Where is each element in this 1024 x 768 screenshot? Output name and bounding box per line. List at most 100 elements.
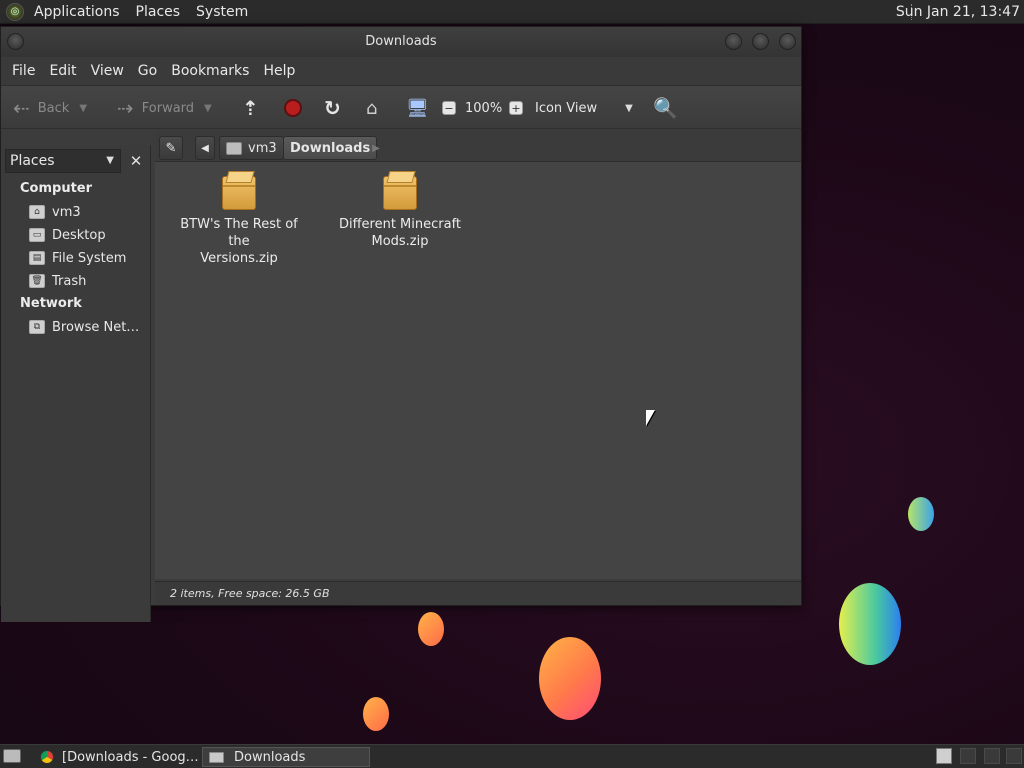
stop-button[interactable] bbox=[284, 86, 302, 130]
section-network: Network bbox=[20, 296, 82, 311]
titlebar[interactable]: Downloads bbox=[1, 27, 801, 57]
home-folder-icon: ⌂ bbox=[29, 205, 45, 219]
file-name-line-1: Different Minecraft bbox=[338, 217, 462, 232]
forward-history-dropdown-icon[interactable]: ▼ bbox=[204, 103, 212, 114]
workspace-2[interactable] bbox=[960, 748, 976, 764]
sidebar-item-file-system[interactable]: ▤ File System bbox=[29, 248, 126, 268]
menu-file[interactable]: File bbox=[5, 63, 42, 79]
side-pane-selector[interactable]: Places ▼ bbox=[5, 149, 121, 173]
taskbar-item-chrome[interactable]: [Downloads - Goog… bbox=[34, 747, 200, 767]
file-item-btw-versions-zip[interactable]: BTW's The Rest of the Versions.zip bbox=[169, 176, 309, 267]
taskbar-item-downloads[interactable]: Downloads bbox=[202, 747, 370, 767]
archive-icon bbox=[383, 176, 417, 210]
archive-icon bbox=[222, 176, 256, 210]
menu-go[interactable]: Go bbox=[131, 63, 164, 79]
breadcrumb-downloads[interactable]: Downloads bbox=[283, 136, 378, 160]
file-manager-window: Downloads File Edit View Go Bookmarks He… bbox=[0, 26, 802, 622]
sidebar-item-vm3[interactable]: ⌂ vm3 bbox=[29, 202, 81, 222]
system-logo-icon[interactable]: ◎ bbox=[6, 2, 24, 21]
menu-help[interactable]: Help bbox=[256, 63, 302, 79]
chevron-right-icon: ▶ bbox=[372, 142, 380, 154]
file-item-different-minecraft-mods-zip[interactable]: Different Minecraft Mods.zip bbox=[330, 176, 470, 250]
edit-icon: ✎ bbox=[165, 140, 177, 156]
zoom-out-icon: − bbox=[442, 101, 456, 115]
back-history-dropdown-icon[interactable]: ▼ bbox=[79, 103, 87, 114]
view-mode-dropdown-icon: ▼ bbox=[625, 102, 633, 114]
back-label: Back bbox=[37, 100, 70, 116]
menubar: File Edit View Go Bookmarks Help bbox=[1, 57, 801, 85]
zoom-level[interactable]: 100% bbox=[465, 86, 502, 130]
sidebar-item-label: Desktop bbox=[52, 227, 106, 243]
wallpaper-bubble bbox=[363, 697, 389, 731]
path-scroll-right-button[interactable]: ▶ bbox=[367, 136, 385, 160]
workspace-3[interactable] bbox=[984, 748, 1000, 764]
wallpaper-bubble bbox=[418, 612, 444, 646]
desktop-folder-icon: ▭ bbox=[29, 228, 45, 242]
taskbar-item-label: [Downloads - Goog… bbox=[62, 749, 199, 765]
places-menu[interactable]: Places bbox=[128, 0, 189, 24]
trash-icon: 🗑 bbox=[29, 274, 45, 288]
wallpaper-bubble bbox=[908, 497, 934, 531]
reload-icon: ↻ bbox=[324, 96, 341, 120]
reload-button[interactable]: ↻ bbox=[324, 86, 349, 130]
maximize-button[interactable] bbox=[752, 33, 769, 50]
close-button[interactable] bbox=[779, 33, 796, 50]
computer-button[interactable]: 🖥 bbox=[406, 86, 437, 130]
clock[interactable]: Sun Jan 21, 13:47 bbox=[896, 0, 1020, 24]
breadcrumb-label: vm3 bbox=[248, 140, 277, 156]
window-menu-button[interactable] bbox=[7, 33, 24, 50]
window-title: Downloads bbox=[365, 34, 437, 49]
file-view[interactable]: BTW's The Rest of the Versions.zip Diffe… bbox=[155, 161, 801, 579]
status-text: 2 items, Free space: 26.5 GB bbox=[170, 587, 330, 600]
minimize-button[interactable] bbox=[725, 33, 742, 50]
breadcrumb-vm3[interactable]: vm3 bbox=[219, 136, 284, 160]
computer-icon: 🖥 bbox=[406, 97, 429, 119]
menu-bookmarks[interactable]: Bookmarks bbox=[164, 63, 256, 79]
location-bar: ✎ ◀ vm3 Downloads ▶ bbox=[155, 131, 801, 165]
side-pane-selector-label: Places bbox=[10, 153, 55, 169]
up-button[interactable]: ⇡ bbox=[242, 86, 267, 130]
applications-menu[interactable]: Applications bbox=[26, 0, 128, 24]
home-button[interactable]: ⌂ bbox=[366, 86, 385, 130]
file-name-line-2: Versions.zip bbox=[200, 251, 278, 266]
folder-icon bbox=[209, 751, 224, 763]
forward-label: Forward bbox=[141, 100, 195, 116]
mouse-cursor-icon bbox=[646, 410, 655, 426]
sidebar-item-trash[interactable]: 🗑 Trash bbox=[29, 271, 86, 291]
top-panel: ◎ Applications Places System Sun Jan 21,… bbox=[0, 0, 1024, 24]
show-desktop-icon[interactable] bbox=[3, 749, 21, 763]
toggle-location-entry-button[interactable]: ✎ bbox=[159, 136, 183, 160]
file-name-line-2: Mods.zip bbox=[371, 234, 429, 249]
sidebar-item-label: vm3 bbox=[52, 204, 81, 220]
zoom-out-button[interactable]: − bbox=[442, 86, 456, 130]
taskbar-item-label: Downloads bbox=[234, 749, 306, 765]
chevron-down-icon: ▼ bbox=[106, 155, 114, 166]
back-button[interactable]: ⇠ Back ▼ bbox=[13, 86, 87, 130]
back-arrow-icon: ⇠ bbox=[13, 96, 30, 120]
view-mode-select[interactable]: Icon View ▼ bbox=[535, 86, 633, 130]
forward-button[interactable]: ⇢ Forward ▼ bbox=[117, 86, 212, 130]
file-name-line-1: BTW's The Rest of the bbox=[180, 217, 298, 249]
sidebar-item-desktop[interactable]: ▭ Desktop bbox=[29, 225, 106, 245]
home-folder-icon: ⌂ bbox=[366, 97, 378, 119]
sidebar-item-label: Browse Net… bbox=[52, 319, 140, 335]
menu-edit[interactable]: Edit bbox=[42, 63, 83, 79]
workspace-1[interactable] bbox=[936, 748, 952, 764]
wallpaper-bubble bbox=[839, 583, 901, 665]
section-computer: Computer bbox=[20, 181, 93, 196]
forward-arrow-icon: ⇢ bbox=[117, 96, 134, 120]
search-icon: 🔍 bbox=[653, 96, 678, 120]
zoom-in-button[interactable]: + bbox=[509, 86, 523, 130]
home-folder-icon bbox=[226, 141, 242, 155]
search-button[interactable]: 🔍 bbox=[653, 86, 686, 130]
system-menu[interactable]: System bbox=[188, 0, 256, 24]
sidebar-item-label: File System bbox=[52, 250, 127, 266]
workspace-4[interactable] bbox=[1006, 748, 1022, 764]
sidebar-item-browse-network[interactable]: ⧉ Browse Net… bbox=[29, 317, 139, 337]
menu-view[interactable]: View bbox=[84, 63, 131, 79]
zoom-label: 100% bbox=[465, 100, 503, 116]
close-side-pane-button[interactable]: ✕ bbox=[125, 149, 147, 173]
path-scroll-left-button[interactable]: ◀ bbox=[195, 136, 215, 160]
drive-icon: ▤ bbox=[29, 251, 45, 265]
zoom-in-icon: + bbox=[509, 101, 523, 115]
